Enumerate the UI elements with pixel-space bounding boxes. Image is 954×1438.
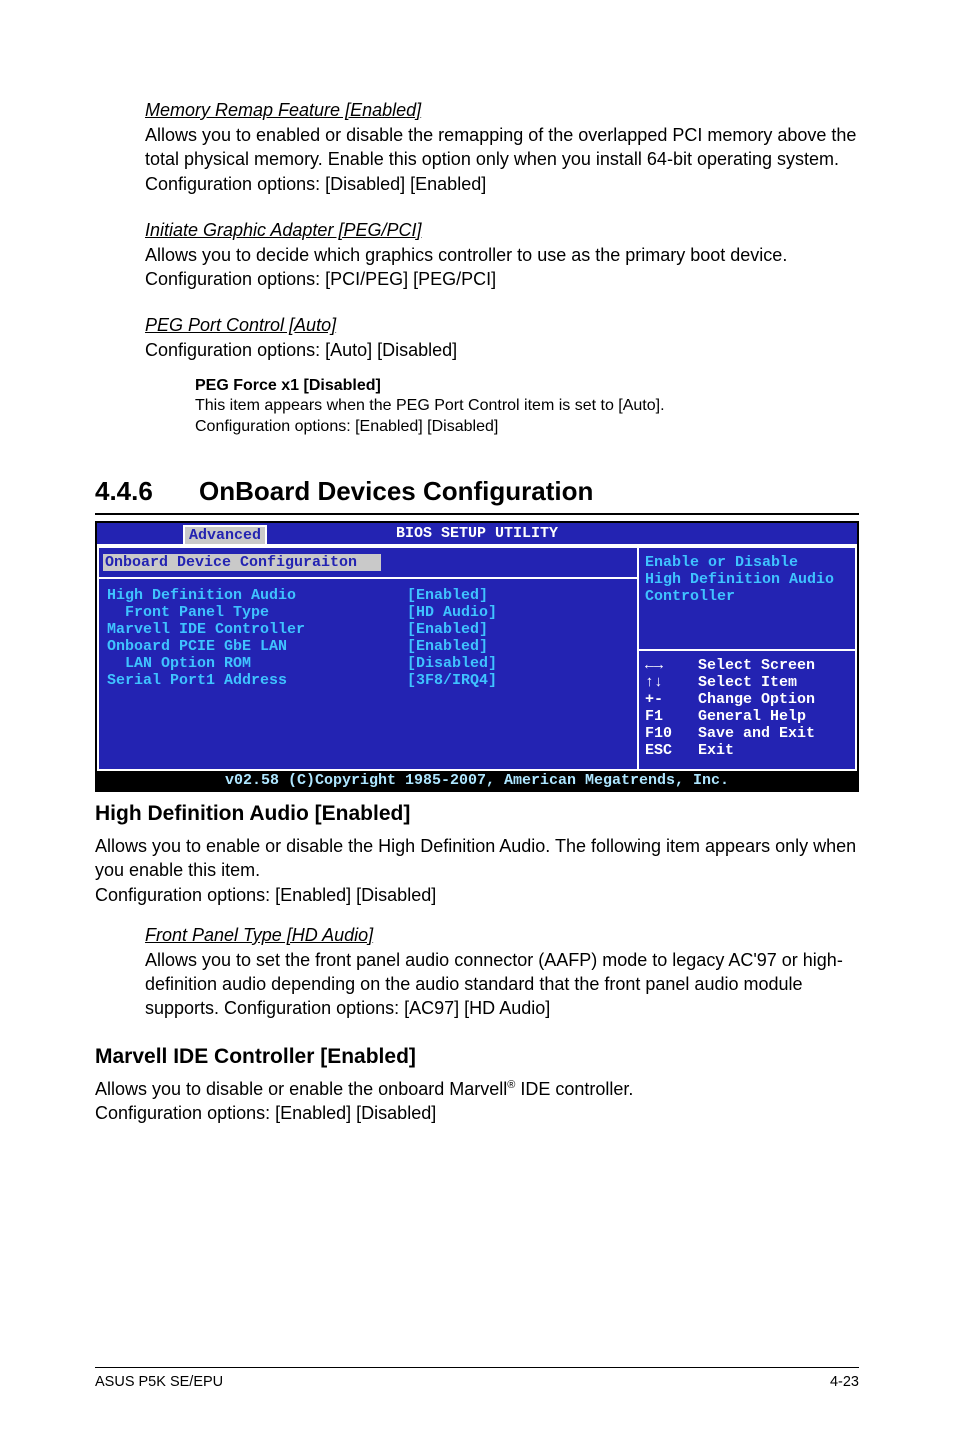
bios-config-value: [Enabled]: [407, 587, 488, 604]
bios-config-label: LAN Option ROM: [107, 655, 407, 672]
bios-key-legend: ←→ Select Screen↑↓ Select Item+- Change …: [639, 649, 855, 769]
bios-config-label: Front Panel Type: [107, 604, 407, 621]
bios-config-row: Marvell IDE Controller[Enabled]: [107, 621, 629, 638]
bios-config-row: LAN Option ROM[Disabled]: [107, 655, 629, 672]
bios-right-panel: Enable or Disable High Definition Audio …: [639, 546, 857, 771]
bios-key-row: ESC Exit: [645, 742, 849, 759]
bios-config-row: Serial Port1 Address[3F8/IRQ4]: [107, 672, 629, 689]
peg-port-heading: PEG Port Control [Auto]: [145, 315, 859, 336]
bios-footer: v02.58 (C)Copyright 1985-2007, American …: [97, 771, 857, 790]
fpt-heading: Front Panel Type [HD Audio]: [145, 925, 859, 946]
section-title: OnBoard Devices Configuration: [199, 476, 593, 507]
section-heading: 4.4.6 OnBoard Devices Configuration: [95, 476, 859, 507]
initiate-graphic-heading: Initiate Graphic Adapter [PEG/PCI]: [145, 220, 859, 241]
bios-divider: [99, 577, 637, 579]
bios-help-text: Enable or Disable High Definition Audio …: [639, 548, 855, 611]
initiate-graphic-text: Allows you to decide which graphics cont…: [145, 243, 859, 292]
bios-help-l1: Enable or Disable: [645, 554, 849, 571]
bios-help-l3: Controller: [645, 588, 849, 605]
section-number: 4.4.6: [95, 476, 199, 507]
bios-config-value: [Enabled]: [407, 638, 488, 655]
bios-config-label: Serial Port1 Address: [107, 672, 407, 689]
bios-help-l2: High Definition Audio: [645, 571, 849, 588]
memory-remap-heading: Memory Remap Feature [Enabled]: [145, 100, 859, 121]
hda-line1: Allows you to enable or disable the High…: [95, 834, 859, 883]
peg-force-line1: This item appears when the PEG Port Cont…: [195, 395, 859, 417]
bios-config-label: Onboard PCIE GbE LAN: [107, 638, 407, 655]
bios-config-row: Onboard PCIE GbE LAN[Enabled]: [107, 638, 629, 655]
marvell-line2: Configuration options: [Enabled] [Disabl…: [95, 1101, 859, 1125]
bios-config-value: [3F8/IRQ4]: [407, 672, 497, 689]
memory-remap-text: Allows you to enabled or disable the rem…: [145, 123, 859, 196]
bios-panel-title: Onboard Device Configuraiton: [103, 554, 381, 571]
hda-line2: Configuration options: [Enabled] [Disabl…: [95, 883, 859, 907]
footer-left: ASUS P5K SE/EPU: [95, 1374, 223, 1390]
bios-key-row: ↑↓ Select Item: [645, 674, 849, 691]
bios-tab-advanced: Advanced: [183, 525, 267, 544]
peg-force-line2: Configuration options: [Enabled] [Disabl…: [195, 416, 859, 438]
footer-right: 4-23: [830, 1374, 859, 1390]
section-underline: [95, 513, 859, 515]
bios-key-row: +- Change Option: [645, 691, 849, 708]
marvell-line1: Allows you to disable or enable the onbo…: [95, 1077, 859, 1101]
bios-config-row: High Definition Audio[Enabled]: [107, 587, 629, 604]
bios-config-label: High Definition Audio: [107, 587, 407, 604]
bios-key-row: F1 General Help: [645, 708, 849, 725]
bios-left-panel: Onboard Device Configuraiton High Defini…: [97, 546, 639, 771]
peg-force-heading: PEG Force x1 [Disabled]: [195, 377, 859, 395]
bios-config-value: [Disabled]: [407, 655, 497, 672]
peg-port-text: Configuration options: [Auto] [Disabled]: [145, 338, 859, 362]
bios-screenshot: BIOS SETUP UTILITY Advanced Onboard Devi…: [95, 521, 859, 792]
bios-config-label: Marvell IDE Controller: [107, 621, 407, 638]
fpt-text: Allows you to set the front panel audio …: [145, 948, 859, 1021]
hda-heading: High Definition Audio [Enabled]: [95, 802, 859, 826]
bios-config-row: Front Panel Type[HD Audio]: [107, 604, 629, 621]
bios-config-value: [HD Audio]: [407, 604, 497, 621]
bios-key-row: F10 Save and Exit: [645, 725, 849, 742]
bios-config-value: [Enabled]: [407, 621, 488, 638]
bios-key-row: ←→ Select Screen: [645, 657, 849, 674]
marvell-heading: Marvell IDE Controller [Enabled]: [95, 1045, 859, 1069]
bios-title: BIOS SETUP UTILITY: [396, 525, 558, 542]
page-footer: ASUS P5K SE/EPU 4-23: [95, 1367, 859, 1390]
